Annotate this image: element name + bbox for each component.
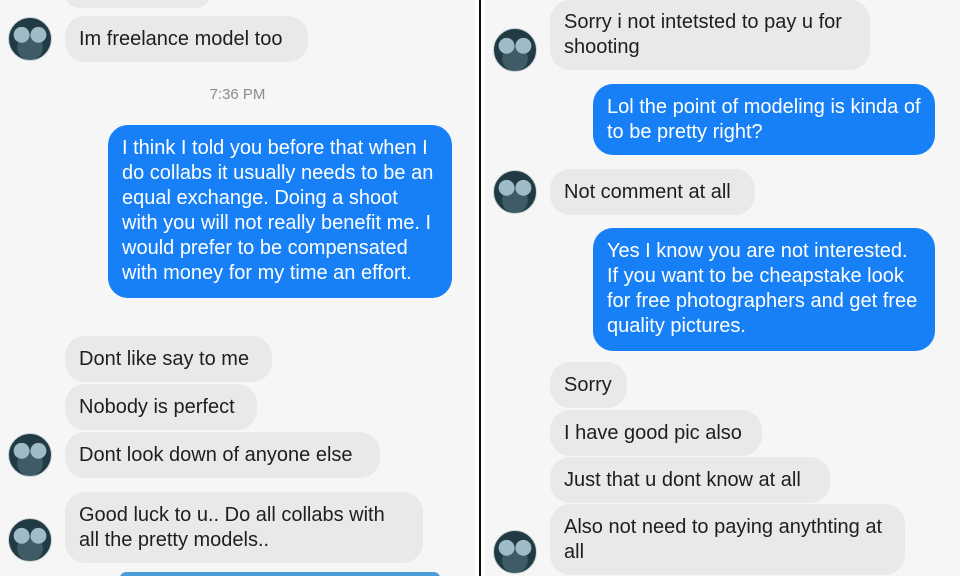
- incoming-message: Nobody is perfect: [65, 384, 257, 430]
- outgoing-message: Yes I know you are not interested. If yo…: [593, 228, 935, 351]
- contact-avatar[interactable]: [8, 518, 52, 562]
- outgoing-message: I think I told you before that when I do…: [108, 125, 452, 298]
- contact-avatar[interactable]: [493, 530, 537, 574]
- incoming-message: Also not need to paying anythting at all: [550, 504, 905, 575]
- incoming-message: Sorry i not intetsted to pay u for shoot…: [550, 0, 870, 70]
- incoming-message: Im freelance model too: [65, 16, 308, 62]
- incoming-message: Dont like say to me: [65, 336, 272, 382]
- contact-avatar[interactable]: [8, 433, 52, 477]
- conversation-panel-right: Sorry i not intetsted to pay u for shoot…: [485, 0, 960, 576]
- panel-divider: [475, 0, 485, 576]
- cutoff-message-bottom: [120, 572, 440, 576]
- incoming-message: I have good pic also: [550, 410, 762, 456]
- message-timestamp: 7:36 PM: [209, 86, 266, 103]
- incoming-message: Dont look down of anyone else: [65, 432, 380, 478]
- cutoff-message-top: [65, 0, 210, 8]
- conversation-panel-left: Im freelance model too 7:36 PM I think I…: [0, 0, 475, 576]
- incoming-message: Not comment at all: [550, 169, 755, 215]
- contact-avatar[interactable]: [493, 28, 537, 72]
- outgoing-message: Lol the point of modeling is kinda of to…: [593, 84, 935, 155]
- incoming-message: Sorry: [550, 362, 627, 408]
- contact-avatar[interactable]: [493, 170, 537, 214]
- incoming-message: Just that u dont know at all: [550, 457, 830, 503]
- incoming-message: Good luck to u.. Do all collabs with all…: [65, 492, 423, 563]
- contact-avatar[interactable]: [8, 17, 52, 61]
